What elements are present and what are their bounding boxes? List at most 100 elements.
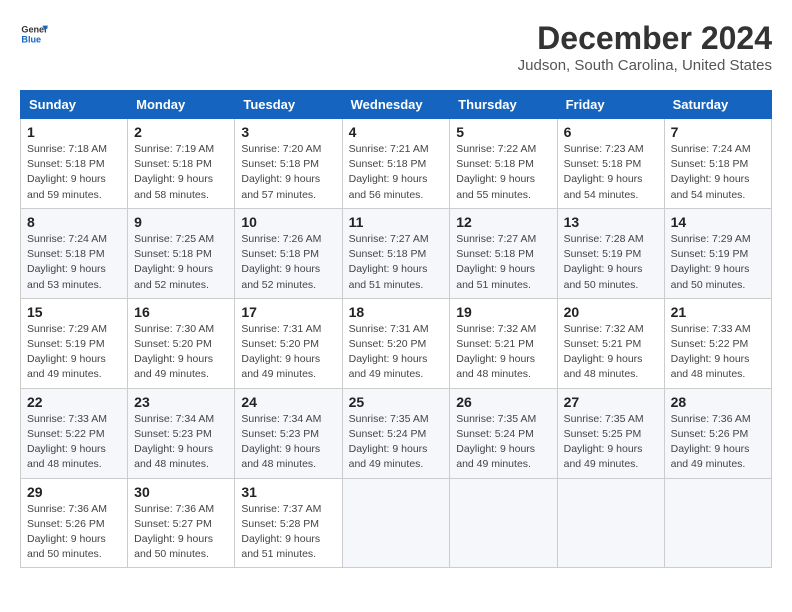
calendar-cell: 31 Sunrise: 7:37 AMSunset: 5:28 PMDayligh… <box>235 478 342 568</box>
calendar-table: SundayMondayTuesdayWednesdayThursdayFrid… <box>20 90 772 568</box>
day-info: Sunrise: 7:19 AMSunset: 5:18 PMDaylight:… <box>134 142 228 203</box>
calendar-week-3: 15 Sunrise: 7:29 AMSunset: 5:19 PMDayligh… <box>21 298 772 388</box>
calendar-week-1: 1 Sunrise: 7:18 AMSunset: 5:18 PMDaylight… <box>21 119 772 209</box>
calendar-cell: 15 Sunrise: 7:29 AMSunset: 5:19 PMDayligh… <box>21 298 128 388</box>
day-info: Sunrise: 7:28 AMSunset: 5:19 PMDaylight:… <box>564 232 658 293</box>
day-number: 31 <box>241 484 335 500</box>
calendar-cell: 4 Sunrise: 7:21 AMSunset: 5:18 PMDaylight… <box>342 119 450 209</box>
calendar-cell: 18Sunrise: 7:31 AMSunset: 5:20 PMDayligh… <box>342 298 450 388</box>
location: Judson, South Carolina, United States <box>518 57 772 74</box>
weekday-header-tuesday: Tuesday <box>235 91 342 119</box>
day-info: Sunrise: 7:29 AMSunset: 5:19 PMDaylight:… <box>27 322 121 383</box>
calendar-cell: 11 Sunrise: 7:27 AMSunset: 5:18 PMDayligh… <box>342 208 450 298</box>
day-info: Sunrise: 7:37 AMSunset: 5:28 PMDaylight:… <box>241 502 335 563</box>
svg-text:Blue: Blue <box>21 34 41 44</box>
day-number: 17 <box>241 304 335 320</box>
day-number: 24 <box>241 394 335 410</box>
day-number: 19 <box>456 304 550 320</box>
day-info: Sunrise: 7:34 AMSunset: 5:23 PMDaylight:… <box>134 412 228 473</box>
day-info: Sunrise: 7:18 AMSunset: 5:18 PMDaylight:… <box>27 142 121 203</box>
day-info: Sunrise: 7:30 AMSunset: 5:20 PMDaylight:… <box>134 322 228 383</box>
day-number: 10 <box>241 214 335 230</box>
day-number: 1 <box>27 124 121 140</box>
day-number: 14 <box>671 214 765 230</box>
calendar-cell: 6 Sunrise: 7:23 AMSunset: 5:18 PMDaylight… <box>557 119 664 209</box>
calendar-cell: 16 Sunrise: 7:30 AMSunset: 5:20 PMDayligh… <box>128 298 235 388</box>
calendar-week-2: 8Sunrise: 7:24 AMSunset: 5:18 PMDaylight… <box>21 208 772 298</box>
day-info: Sunrise: 7:33 AMSunset: 5:22 PMDaylight:… <box>27 412 121 473</box>
day-info: Sunrise: 7:23 AMSunset: 5:18 PMDaylight:… <box>564 142 658 203</box>
day-info: Sunrise: 7:32 AMSunset: 5:21 PMDaylight:… <box>564 322 658 383</box>
day-number: 22 <box>27 394 121 410</box>
logo-icon: General Blue <box>20 20 48 48</box>
day-info: Sunrise: 7:22 AMSunset: 5:18 PMDaylight:… <box>456 142 550 203</box>
logo: General Blue <box>20 20 48 48</box>
day-info: Sunrise: 7:29 AMSunset: 5:19 PMDaylight:… <box>671 232 765 293</box>
day-number: 15 <box>27 304 121 320</box>
day-number: 2 <box>134 124 228 140</box>
calendar-cell: 7Sunrise: 7:24 AMSunset: 5:18 PMDaylight… <box>664 119 771 209</box>
day-info: Sunrise: 7:36 AMSunset: 5:26 PMDaylight:… <box>671 412 765 473</box>
day-number: 25 <box>349 394 444 410</box>
page-header: General Blue December 2024 Judson, South… <box>20 20 772 74</box>
day-info: Sunrise: 7:35 AMSunset: 5:24 PMDaylight:… <box>349 412 444 473</box>
day-info: Sunrise: 7:34 AMSunset: 5:23 PMDaylight:… <box>241 412 335 473</box>
weekday-header-monday: Monday <box>128 91 235 119</box>
calendar-cell: 12 Sunrise: 7:27 AMSunset: 5:18 PMDayligh… <box>450 208 557 298</box>
calendar-cell: 13 Sunrise: 7:28 AMSunset: 5:19 PMDayligh… <box>557 208 664 298</box>
calendar-cell: 27Sunrise: 7:35 AMSunset: 5:25 PMDayligh… <box>557 388 664 478</box>
weekday-header-saturday: Saturday <box>664 91 771 119</box>
day-info: Sunrise: 7:33 AMSunset: 5:22 PMDaylight:… <box>671 322 765 383</box>
day-info: Sunrise: 7:24 AMSunset: 5:18 PMDaylight:… <box>671 142 765 203</box>
calendar-cell: 3Sunrise: 7:20 AMSunset: 5:18 PMDaylight… <box>235 119 342 209</box>
day-info: Sunrise: 7:21 AMSunset: 5:18 PMDaylight:… <box>349 142 444 203</box>
day-number: 26 <box>456 394 550 410</box>
calendar-cell: 1 Sunrise: 7:18 AMSunset: 5:18 PMDaylight… <box>21 119 128 209</box>
day-info: Sunrise: 7:26 AMSunset: 5:18 PMDaylight:… <box>241 232 335 293</box>
day-number: 4 <box>349 124 444 140</box>
calendar-cell: 9 Sunrise: 7:25 AMSunset: 5:18 PMDaylight… <box>128 208 235 298</box>
calendar-cell: 20 Sunrise: 7:32 AMSunset: 5:21 PMDayligh… <box>557 298 664 388</box>
calendar-cell: 24 Sunrise: 7:34 AMSunset: 5:23 PMDayligh… <box>235 388 342 478</box>
day-info: Sunrise: 7:27 AMSunset: 5:18 PMDaylight:… <box>349 232 444 293</box>
calendar-cell: 23 Sunrise: 7:34 AMSunset: 5:23 PMDayligh… <box>128 388 235 478</box>
calendar-cell: 19Sunrise: 7:32 AMSunset: 5:21 PMDayligh… <box>450 298 557 388</box>
day-number: 11 <box>349 214 444 230</box>
day-number: 21 <box>671 304 765 320</box>
day-number: 20 <box>564 304 658 320</box>
calendar-cell <box>342 478 450 568</box>
day-info: Sunrise: 7:25 AMSunset: 5:18 PMDaylight:… <box>134 232 228 293</box>
day-number: 28 <box>671 394 765 410</box>
day-number: 27 <box>564 394 658 410</box>
calendar-week-5: 29 Sunrise: 7:36 AMSunset: 5:26 PMDayligh… <box>21 478 772 568</box>
day-info: Sunrise: 7:36 AMSunset: 5:26 PMDaylight:… <box>27 502 121 563</box>
calendar-cell <box>450 478 557 568</box>
day-number: 23 <box>134 394 228 410</box>
day-number: 9 <box>134 214 228 230</box>
day-info: Sunrise: 7:27 AMSunset: 5:18 PMDaylight:… <box>456 232 550 293</box>
day-number: 29 <box>27 484 121 500</box>
weekday-header-thursday: Thursday <box>450 91 557 119</box>
day-number: 3 <box>241 124 335 140</box>
day-number: 13 <box>564 214 658 230</box>
calendar-cell <box>557 478 664 568</box>
day-info: Sunrise: 7:31 AMSunset: 5:20 PMDaylight:… <box>241 322 335 383</box>
calendar-cell: 26 Sunrise: 7:35 AMSunset: 5:24 PMDayligh… <box>450 388 557 478</box>
weekday-header-wednesday: Wednesday <box>342 91 450 119</box>
calendar-cell: 10 Sunrise: 7:26 AMSunset: 5:18 PMDayligh… <box>235 208 342 298</box>
day-number: 6 <box>564 124 658 140</box>
calendar-cell: 21 Sunrise: 7:33 AMSunset: 5:22 PMDayligh… <box>664 298 771 388</box>
day-number: 18 <box>349 304 444 320</box>
calendar-week-4: 22 Sunrise: 7:33 AMSunset: 5:22 PMDayligh… <box>21 388 772 478</box>
day-info: Sunrise: 7:36 AMSunset: 5:27 PMDaylight:… <box>134 502 228 563</box>
day-info: Sunrise: 7:35 AMSunset: 5:24 PMDaylight:… <box>456 412 550 473</box>
weekday-header-sunday: Sunday <box>21 91 128 119</box>
calendar-cell: 14 Sunrise: 7:29 AMSunset: 5:19 PMDayligh… <box>664 208 771 298</box>
calendar-cell: 28 Sunrise: 7:36 AMSunset: 5:26 PMDayligh… <box>664 388 771 478</box>
calendar-cell: 2 Sunrise: 7:19 AMSunset: 5:18 PMDaylight… <box>128 119 235 209</box>
day-info: Sunrise: 7:24 AMSunset: 5:18 PMDaylight:… <box>27 232 121 293</box>
day-number: 30 <box>134 484 228 500</box>
day-number: 12 <box>456 214 550 230</box>
month-title: December 2024 <box>518 20 772 57</box>
day-number: 16 <box>134 304 228 320</box>
